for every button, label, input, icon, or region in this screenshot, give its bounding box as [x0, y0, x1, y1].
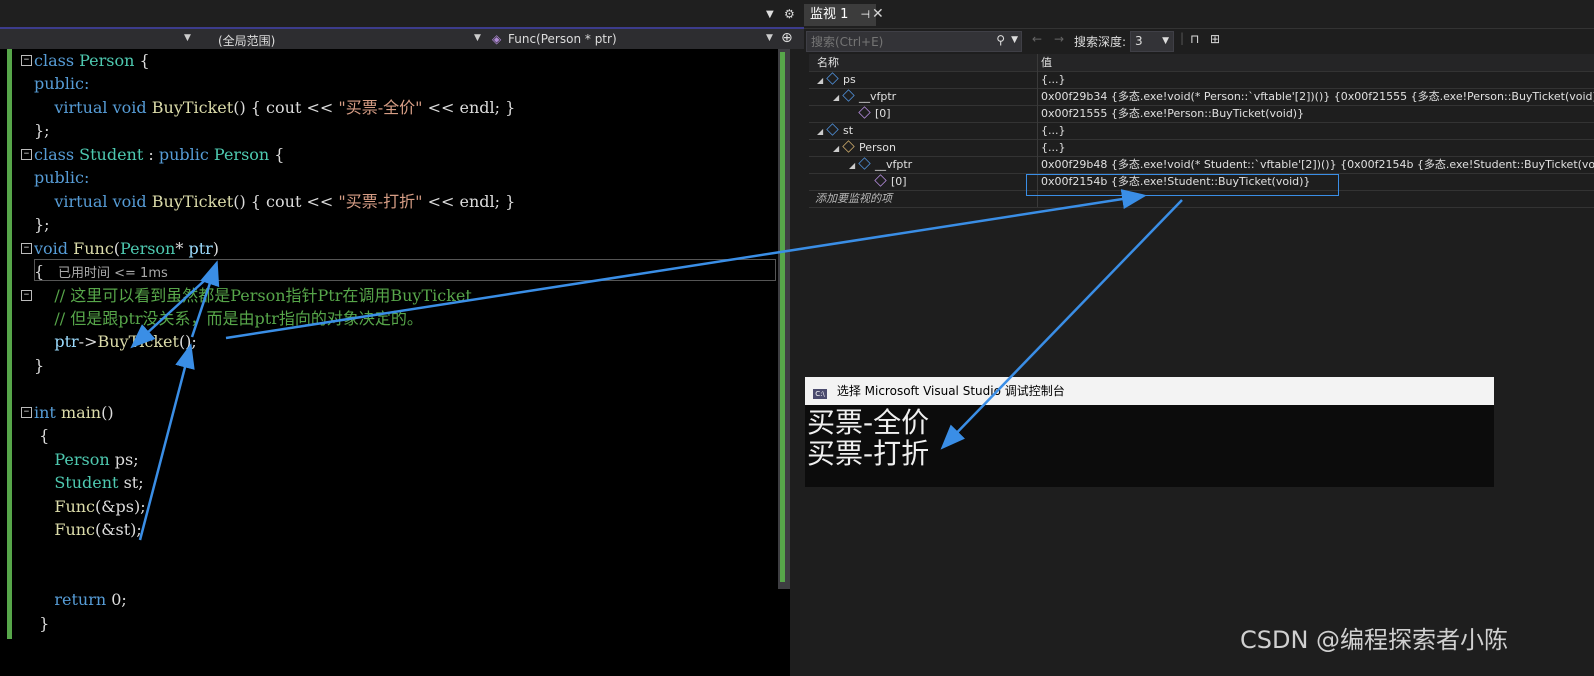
arrow-param-to-call — [130, 269, 217, 349]
arrow-call-to-vtable — [225, 189, 1147, 340]
arrow-student-to-call — [138, 343, 195, 541]
arrow-call-to-param — [190, 260, 220, 338]
annotation-arrows — [130, 189, 1183, 541]
arrow-vtable-to-output — [940, 199, 1183, 450]
